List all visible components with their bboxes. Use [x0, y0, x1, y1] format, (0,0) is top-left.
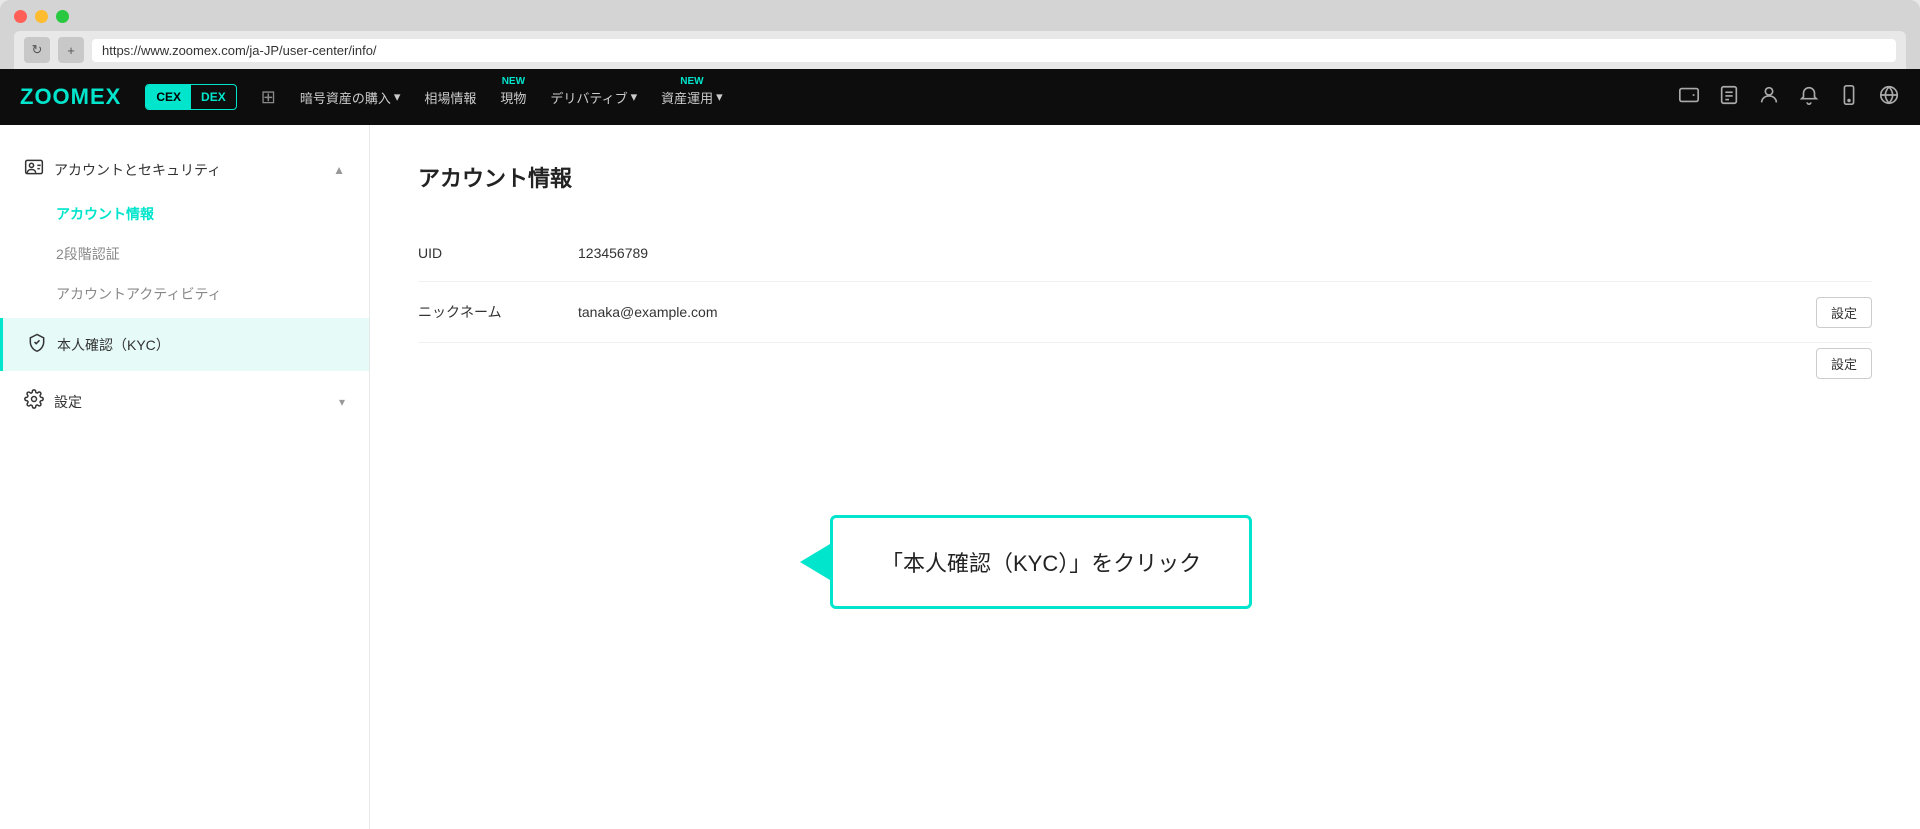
nav-item-assets[interactable]: NEW 資産運用 ▾ — [661, 88, 723, 107]
sidebar-kyc-label: 本人確認（KYC） — [57, 335, 170, 355]
nav-item-buy[interactable]: 暗号資産の購入 ▾ — [300, 88, 401, 107]
extra-row: 設定 — [418, 343, 1872, 383]
sidebar: アカウントとセキュリティ ▲ アカウント情報 2段階認証 アカウントアクティビテ… — [0, 125, 370, 829]
extra-action: 設定 — [1816, 348, 1872, 379]
nav-item-market[interactable]: 相場情報 — [424, 88, 476, 107]
close-traffic-light[interactable] — [14, 10, 27, 23]
account-chevron-icon: ▲ — [333, 163, 345, 177]
sidebar-sub-activity[interactable]: アカウントアクティビティ — [0, 274, 369, 314]
new-tab-button[interactable]: + — [58, 37, 84, 63]
sidebar-settings-label: 設定 — [54, 392, 82, 412]
exchange-toggle: CEX DEX — [145, 84, 236, 110]
browser-chrome: ↻ + — [0, 0, 1920, 69]
top-nav: ZOOMEX CEX DEX ⊞ 暗号資産の購入 ▾ 相場情報 NEW 現物 デ… — [0, 69, 1920, 125]
uid-label: UID — [418, 245, 578, 261]
gear-icon — [24, 389, 44, 414]
nav-item-spot[interactable]: NEW 現物 — [500, 88, 526, 107]
orders-icon[interactable] — [1718, 84, 1740, 111]
traffic-lights — [14, 10, 1906, 23]
settings-chevron-icon: ▾ — [339, 395, 345, 409]
callout-text: 「本人確認（KYC）」をクリック — [881, 551, 1201, 576]
page-wrapper: ZOOMEX CEX DEX ⊞ 暗号資産の購入 ▾ 相場情報 NEW 現物 デ… — [0, 69, 1920, 829]
shield-icon — [27, 332, 47, 357]
sidebar-account-label: アカウントとセキュリティ — [54, 160, 221, 180]
reload-button[interactable]: ↻ — [24, 37, 50, 63]
page-title: アカウント情報 — [418, 161, 1872, 193]
user-icon[interactable] — [1758, 84, 1780, 111]
account-icon — [24, 157, 44, 182]
sidebar-kyc-item[interactable]: 本人確認（KYC） — [0, 318, 369, 371]
sidebar-settings-item[interactable]: 設定 ▾ — [0, 375, 369, 428]
callout-box: 「本人確認（KYC）」をクリック — [830, 515, 1252, 609]
main-layout: アカウントとセキュリティ ▲ アカウント情報 2段階認証 アカウントアクティビテ… — [0, 125, 1920, 829]
content-area: アカウント情報 UID 123456789 ニックネーム tanaka@exam… — [370, 125, 1920, 829]
sidebar-section-account: アカウントとセキュリティ ▲ アカウント情報 2段階認証 アカウントアクティビテ… — [0, 145, 369, 314]
nickname-action: 設定 — [1816, 297, 1872, 328]
sidebar-sub-2fa[interactable]: 2段階認証 — [0, 234, 369, 274]
dex-button[interactable]: DEX — [191, 85, 236, 109]
phone-icon[interactable] — [1838, 84, 1860, 111]
nav-item-derivatives[interactable]: デリバティブ ▾ — [550, 88, 637, 107]
uid-row: UID 123456789 — [418, 225, 1872, 282]
new-badge-spot: NEW — [502, 76, 525, 87]
globe-icon[interactable] — [1878, 84, 1900, 111]
uid-value: 123456789 — [578, 245, 1872, 261]
logo-text: ZOOMEX — [20, 84, 121, 110]
minimize-traffic-light[interactable] — [35, 10, 48, 23]
url-bar[interactable] — [92, 39, 1896, 62]
sidebar-account-header[interactable]: アカウントとセキュリティ ▲ — [0, 145, 369, 194]
callout-wrapper: 「本人確認（KYC）」をクリック — [830, 515, 1252, 609]
wallet-icon[interactable] — [1678, 84, 1700, 111]
new-badge-assets: NEW — [680, 76, 703, 87]
sidebar-sub-account-info[interactable]: アカウント情報 — [0, 194, 369, 234]
nickname-label: ニックネーム — [418, 302, 578, 322]
cex-button[interactable]: CEX — [146, 85, 191, 109]
nav-right-icons — [1678, 84, 1900, 111]
maximize-traffic-light[interactable] — [56, 10, 69, 23]
extra-set-button[interactable]: 設定 — [1816, 348, 1872, 379]
logo[interactable]: ZOOMEX — [20, 84, 121, 110]
nickname-value: tanaka@example.com — [578, 304, 1872, 320]
browser-toolbar: ↻ + — [14, 31, 1906, 69]
grid-icon[interactable]: ⊞ — [261, 87, 276, 108]
nickname-set-button[interactable]: 設定 — [1816, 297, 1872, 328]
nickname-row: ニックネーム tanaka@example.com 設定 — [418, 282, 1872, 343]
callout-arrow — [800, 544, 830, 580]
bell-icon[interactable] — [1798, 84, 1820, 111]
